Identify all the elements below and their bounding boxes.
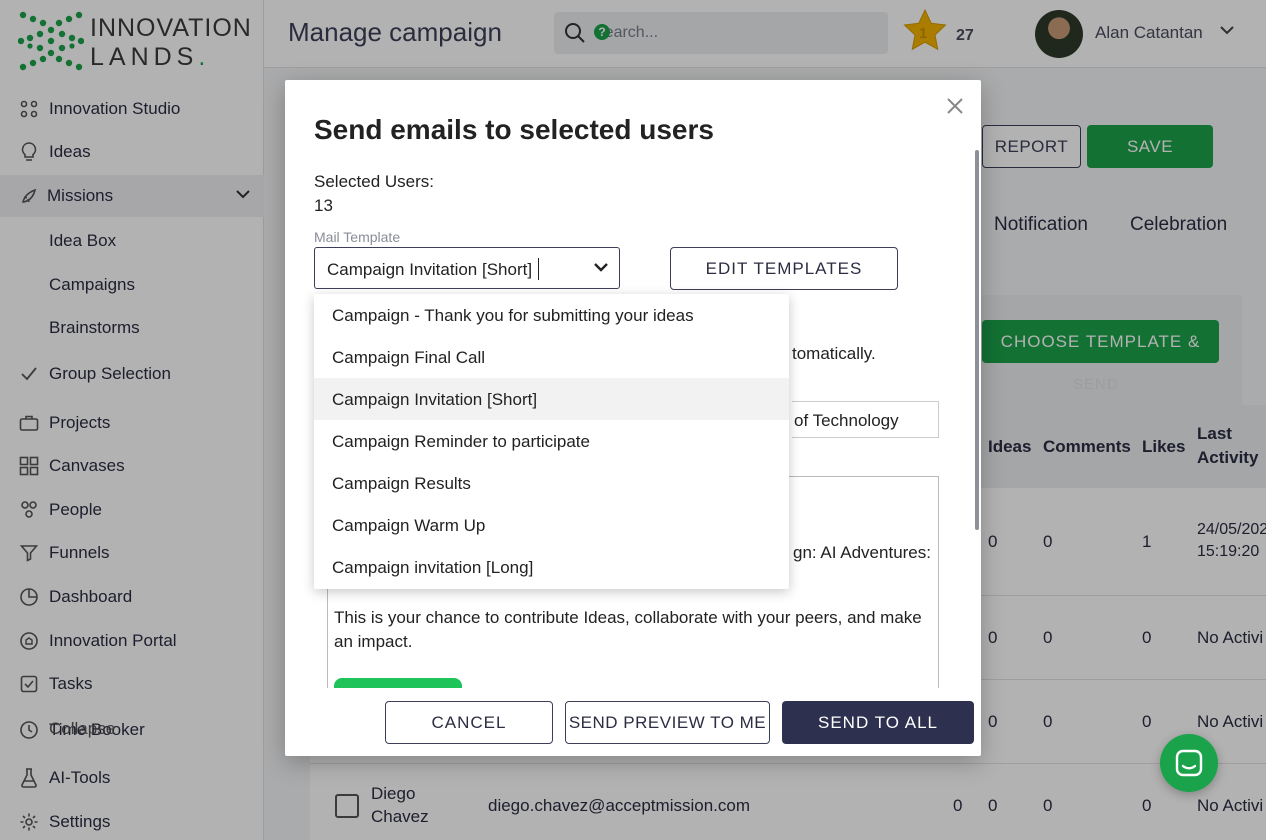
chevron-down-icon[interactable] <box>593 261 609 273</box>
send-preview-button[interactable]: SEND PREVIEW TO ME <box>565 701 770 744</box>
dropdown-option[interactable]: Campaign - Thank you for submitting your… <box>314 294 789 336</box>
subject-value-partial: of Technology <box>794 411 899 430</box>
body-cta-button <box>334 678 462 688</box>
subject-field[interactable]: of Technology <box>792 401 939 438</box>
close-icon[interactable] <box>945 96 965 116</box>
cancel-button[interactable]: CANCEL <box>385 701 553 744</box>
dropdown-option[interactable]: Campaign Final Call <box>314 336 789 378</box>
chat-icon <box>1175 749 1203 777</box>
mail-template-select[interactable]: Campaign Invitation [Short] <box>314 247 620 289</box>
mail-template-value: Campaign Invitation [Short] <box>327 260 533 279</box>
body-text-partial: gn: AI Adventures: <box>793 543 931 562</box>
dropdown-option[interactable]: Campaign Results <box>314 462 789 504</box>
edit-templates-button[interactable]: EDIT TEMPLATES <box>670 247 898 290</box>
modal-title: Send emails to selected users <box>314 114 714 145</box>
mail-template-label: Mail Template <box>314 229 401 245</box>
selected-users-label: Selected Users: <box>314 172 434 191</box>
dropdown-option[interactable]: Campaign invitation [Long] <box>314 546 789 588</box>
dropdown-option[interactable]: Campaign Reminder to participate <box>314 420 789 462</box>
body-paragraph: This is your chance to contribute Ideas,… <box>334 608 922 651</box>
modal-scrollbar[interactable] <box>975 150 979 530</box>
chat-button[interactable] <box>1160 734 1218 792</box>
dropdown-option[interactable]: Campaign Warm Up <box>314 504 789 546</box>
text-caret <box>538 258 539 280</box>
send-to-all-button[interactable]: SEND TO ALL <box>782 701 974 744</box>
dropdown-option-selected[interactable]: Campaign Invitation [Short] <box>314 378 789 420</box>
mail-template-dropdown: Campaign - Thank you for submitting your… <box>314 294 789 589</box>
info-text-partial: tomatically. <box>792 344 876 363</box>
selected-users-count: 13 <box>314 196 333 215</box>
